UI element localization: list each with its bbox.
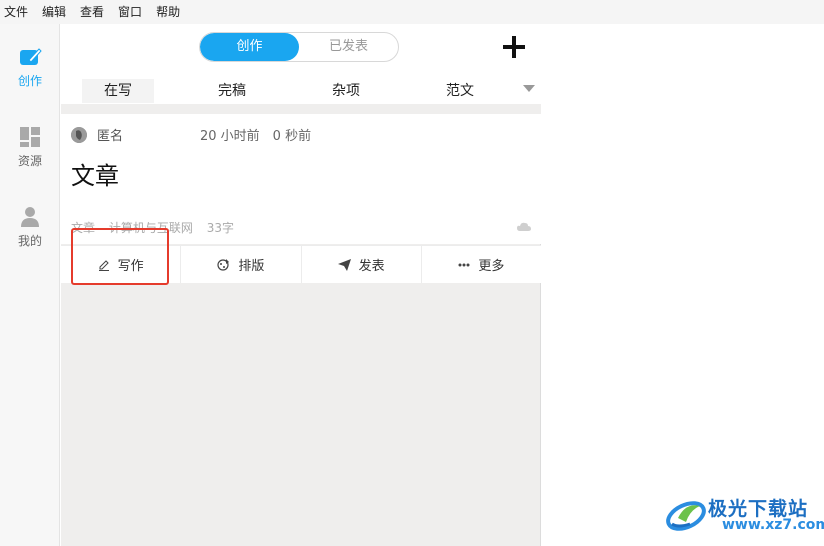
more-button[interactable]: 更多 — [422, 246, 541, 283]
sidebar-item-create[interactable]: 创作 — [0, 46, 60, 89]
edit-square-icon — [20, 48, 42, 65]
editor-pane — [542, 24, 824, 546]
sidebar-item-label: 我的 — [17, 234, 42, 248]
document-title[interactable]: 文章 — [71, 156, 119, 191]
divider — [61, 104, 541, 114]
pencil-icon — [98, 259, 109, 271]
menu-edit[interactable]: 编辑 — [40, 0, 68, 24]
panel-header: 创作 已发表 在写 完稿 杂项 范文 — [61, 24, 541, 104]
layout-button[interactable]: 排版 — [181, 246, 302, 283]
sidebar-item-label: 资源 — [17, 154, 42, 168]
sidebar-item-resources[interactable]: 资源 — [0, 126, 60, 169]
menu-window[interactable]: 窗口 — [116, 0, 144, 24]
watermark-logo-icon — [666, 501, 706, 531]
layout-button-label: 排版 — [238, 259, 265, 274]
avatar — [71, 127, 87, 143]
tab-misc[interactable]: 杂项 — [310, 79, 382, 103]
word-count: 33字 — [206, 221, 234, 235]
document-list-panel: 创作 已发表 在写 完稿 杂项 范文 匿名 20 小时前 0 秒前 文章 文章 … — [61, 24, 541, 546]
cloud-icon — [517, 222, 531, 231]
watermark-url: www.xz7.com — [722, 517, 824, 533]
status-segment-control: 创作 已发表 — [199, 32, 399, 62]
tag-type: 文章 — [71, 221, 96, 235]
plus-icon[interactable] — [501, 34, 527, 60]
more-dots-icon — [458, 263, 470, 266]
send-icon — [337, 258, 351, 271]
category-tabs: 在写 完稿 杂项 范文 — [61, 76, 541, 104]
menu-view[interactable]: 查看 — [78, 0, 106, 24]
segment-create[interactable]: 创作 — [200, 33, 299, 61]
sidebar: 创作 资源 我的 — [0, 24, 60, 546]
publish-button-label: 发表 — [358, 259, 385, 274]
tab-writing[interactable]: 在写 — [82, 79, 154, 103]
write-button[interactable]: 写作 — [61, 246, 182, 283]
publish-button[interactable]: 发表 — [302, 246, 422, 283]
sidebar-item-profile[interactable]: 我的 — [0, 206, 60, 249]
segment-published[interactable]: 已发表 — [299, 33, 398, 61]
author-name: 匿名 — [97, 129, 124, 144]
watermark: 极光下载站 www.xz7.com — [664, 492, 824, 540]
write-button-label: 写作 — [117, 259, 144, 274]
document-card[interactable]: 匿名 20 小时前 0 秒前 文章 文章 计算机与互联网 33字 — [61, 114, 541, 244]
tab-samples[interactable]: 范文 — [424, 79, 496, 103]
edit-timestamp: 20 小时前 0 秒前 — [200, 129, 312, 144]
more-button-label: 更多 — [478, 259, 505, 274]
palette-icon — [217, 259, 230, 271]
tab-finished[interactable]: 完稿 — [196, 79, 268, 103]
menu-file[interactable]: 文件 — [2, 0, 30, 24]
card-action-bar: 写作 排版 发表 更多 — [61, 245, 541, 283]
grid-icon — [20, 127, 40, 147]
tabs-dropdown-icon[interactable] — [523, 85, 535, 92]
document-tags: 文章 计算机与互联网 33字 — [71, 219, 244, 236]
tag-category: 计算机与互联网 — [108, 221, 193, 235]
user-icon — [21, 207, 39, 227]
sidebar-item-label: 创作 — [17, 74, 42, 88]
menu-bar: 文件 编辑 查看 窗口 帮助 — [0, 0, 824, 24]
menu-help[interactable]: 帮助 — [154, 0, 182, 24]
